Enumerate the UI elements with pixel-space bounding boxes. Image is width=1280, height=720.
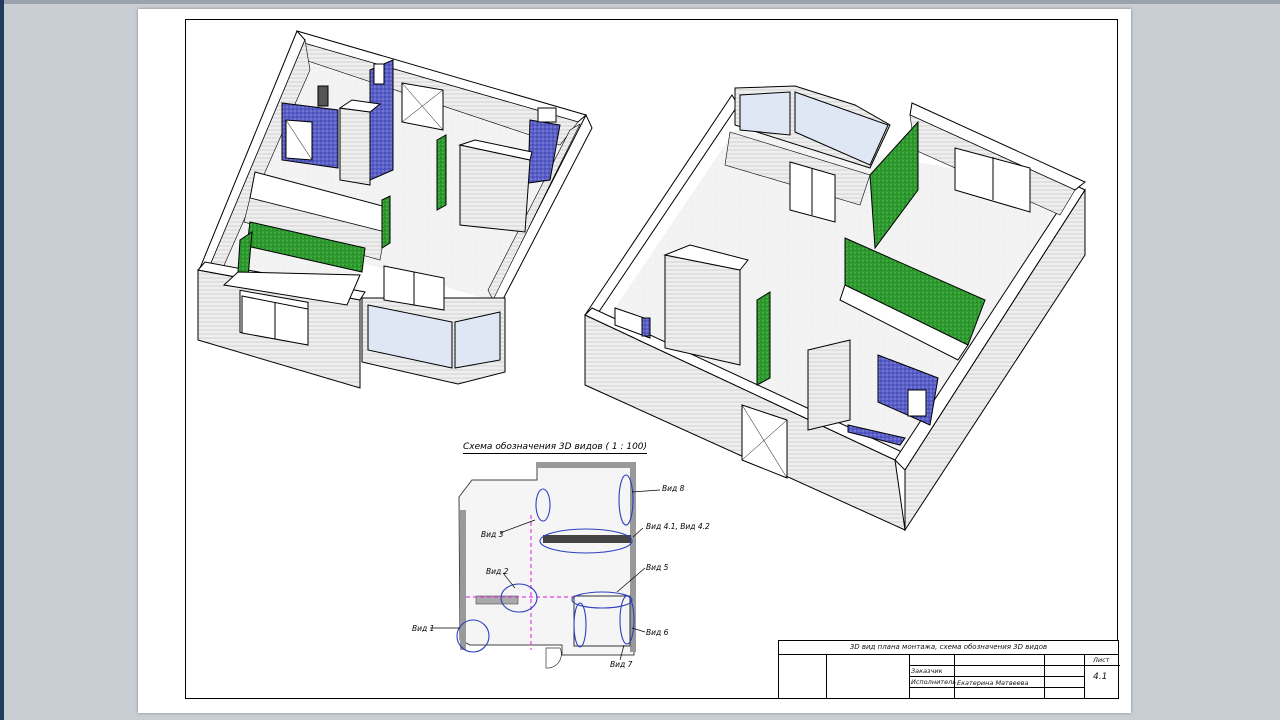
executor-label: Исполнитель [911, 678, 957, 686]
view-5-label: Вид 5 [646, 563, 669, 572]
schema-plan [430, 462, 661, 669]
iso-view-right [584, 85, 1086, 532]
view-3-label: Вид 3 [481, 530, 504, 539]
title-block: 3D вид плана монтажа, схема обозначения … [778, 640, 1120, 699]
view-7-label: Вид 7 [610, 660, 633, 669]
view-6-label: Вид 6 [646, 628, 669, 637]
view-4-label: Вид 4.1, Вид 4.2 [646, 522, 710, 531]
schema-title: Схема обозначения 3D видов ( 1 : 100) [463, 442, 648, 454]
iso-view-left [197, 30, 593, 389]
view-2-label: Вид 2 [486, 567, 509, 576]
sheet-title: 3D вид плана монтажа, схема обозначения … [779, 641, 1118, 655]
sheet-label: Лист [1093, 656, 1110, 664]
view-8-label: Вид 8 [662, 484, 685, 493]
sheet-number: 4.1 [1093, 672, 1108, 682]
executor-name: Екатерина Матвеева [957, 679, 1029, 687]
customer-label: Заказчик [911, 667, 943, 675]
drawing-canvas [197, 30, 1086, 669]
view-1-label: Вид 1 [412, 624, 435, 633]
